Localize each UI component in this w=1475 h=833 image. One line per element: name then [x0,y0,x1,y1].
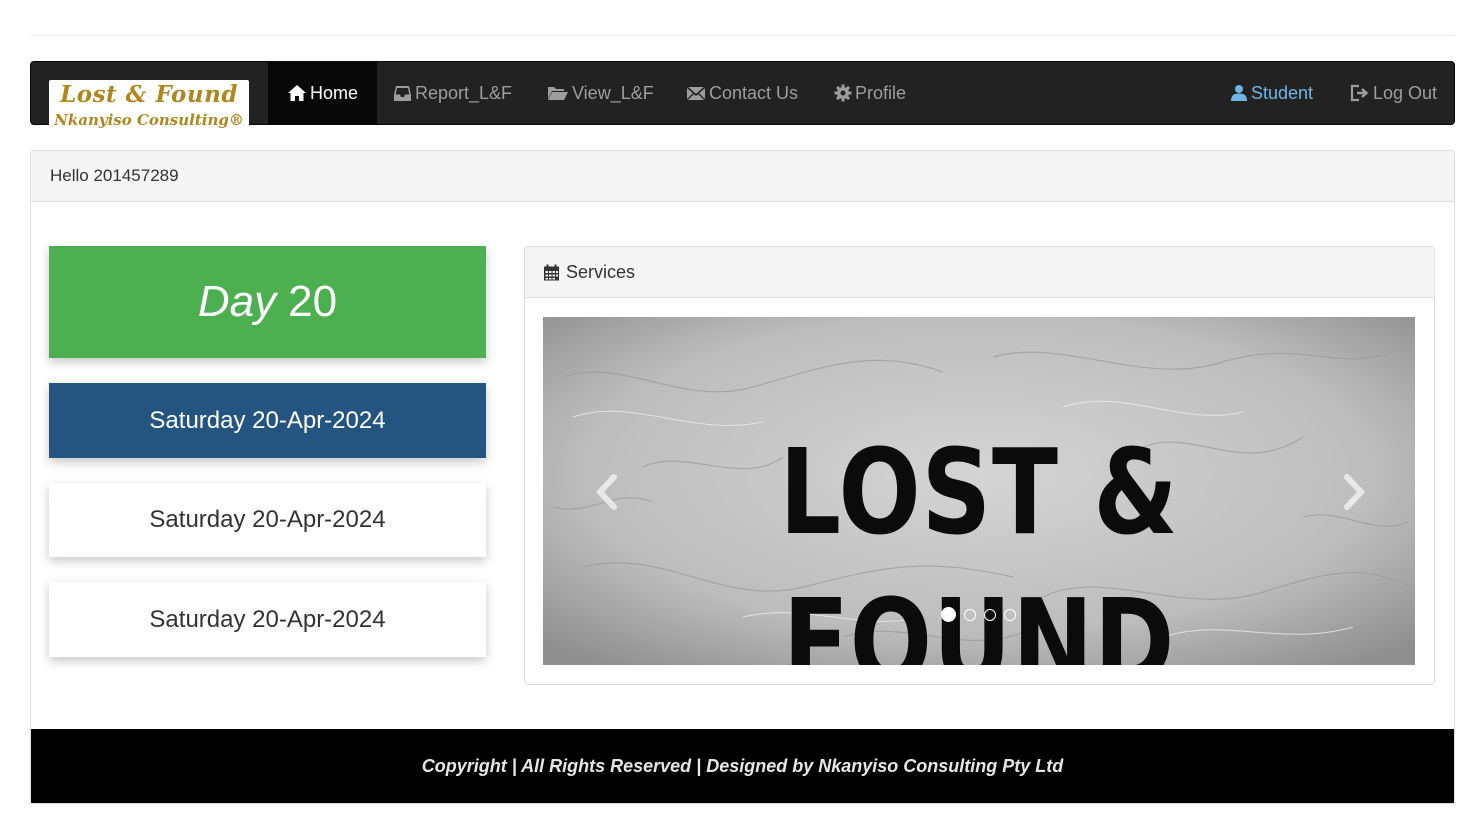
day-number: 20 [288,277,338,326]
date-text: Saturday 20-Apr-2024 [149,406,386,434]
nav-home[interactable]: Home [268,62,378,124]
nav-logout-label: Log Out [1373,82,1438,103]
image-carousel[interactable]: LOST & FOUND [543,317,1415,665]
nav-logout[interactable]: Log Out [1350,62,1437,124]
services-heading: Services [525,247,1434,298]
nav-contact-label: Contact Us [709,82,799,103]
folder-open-icon [548,87,568,100]
home-icon [288,85,306,101]
day-counter-tile: Day 20 [49,246,486,358]
carousel-indicator-1[interactable] [941,607,956,622]
nav-student[interactable]: Student [1230,62,1313,124]
nav-home-label: Home [310,82,359,103]
carousel-indicator-4[interactable] [1004,608,1016,621]
services-panel: Services LOST & FOUND [524,246,1435,685]
footer: Copyright | All Rights Reserved | Design… [31,729,1454,803]
navbar: Lost & Found Nkanyiso Consulting® Home R… [30,61,1455,134]
date-text: Saturday 20-Apr-2024 [149,605,386,633]
inbox-icon [394,86,411,101]
nav-view-label: View_L&F [572,82,654,103]
date-text: Saturday 20-Apr-2024 [149,506,386,533]
user-icon [1231,85,1247,101]
nav-profile-label: Profile [855,82,907,103]
carousel-next-button[interactable] [1333,467,1373,517]
nav-student-label: Student [1251,82,1314,103]
date-tile-primary: Saturday 20-Apr-2024 [49,383,486,458]
greeting-heading: Hello 201457289 [31,151,1454,202]
date-tile-secondary: Saturday 20-Apr-2024 [49,483,486,557]
carousel-slide-text: LOST & FOUND [779,423,1179,665]
carousel-prev-button[interactable] [588,467,628,517]
main-panel: Hello 201457289 Day 20 Saturday 20-Apr-2… [30,150,1455,804]
nav-view[interactable]: View_L&F [547,62,654,124]
logo-subtitle: Nkanyiso Consulting® [54,111,244,129]
nav-contact[interactable]: Contact Us [686,62,798,124]
logo[interactable]: Lost & Found Nkanyiso Consulting® [49,80,249,134]
services-title: Services [566,261,636,282]
carousel-indicator-2[interactable] [964,608,976,621]
day-label: Day [197,277,277,326]
gear-icon [834,84,852,102]
nav-report-label: Report_L&F [415,82,513,103]
top-divider [30,35,1455,36]
chevron-left-icon [595,474,617,510]
nav-report[interactable]: Report_L&F [393,62,512,124]
log-out-icon [1350,84,1369,102]
nav-profile[interactable]: Profile [834,62,906,124]
date-tile-tertiary: Saturday 20-Apr-2024 [49,582,486,657]
logo-title: Lost & Found [60,81,238,108]
footer-text: Copyright | All Rights Reserved | Design… [421,755,1064,776]
carousel-indicator-3[interactable] [984,608,996,621]
chevron-right-icon [1344,474,1366,510]
carousel-indicators [941,607,1016,622]
greeting-text: Hello 201457289 [50,166,179,185]
calendar-icon [544,264,559,280]
envelope-icon [686,86,706,101]
